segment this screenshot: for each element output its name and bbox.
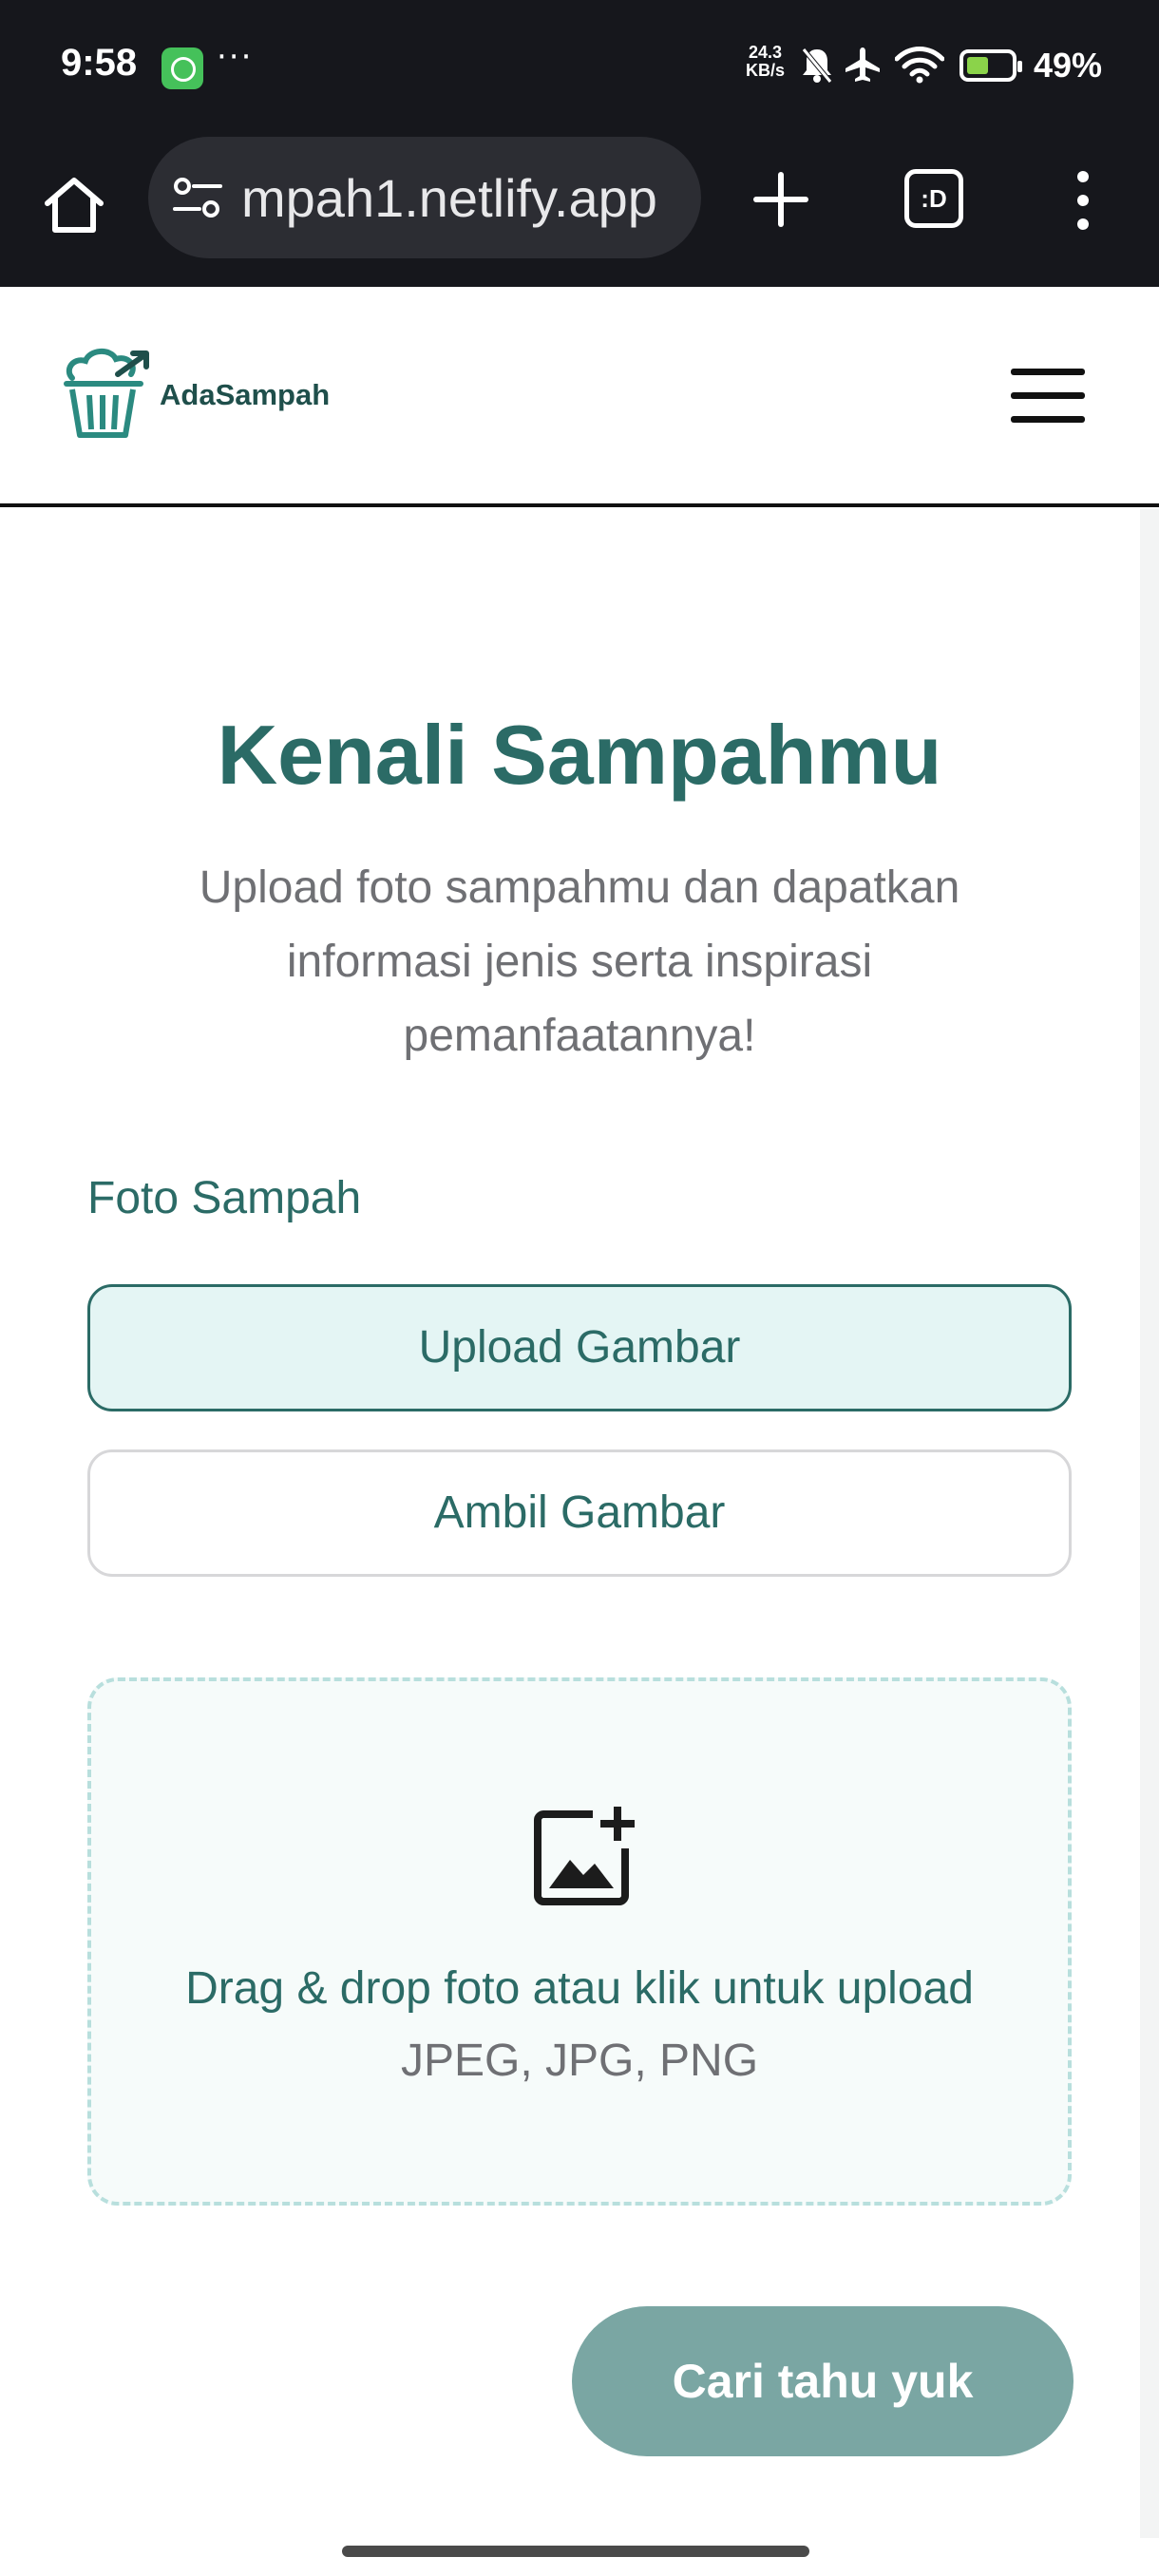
new-tab-icon[interactable]: [750, 169, 811, 230]
tabs-icon[interactable]: :D: [904, 169, 963, 228]
mute-icon: [802, 47, 832, 84]
airplane-icon: [846, 47, 880, 82]
main-content: Kenali Sampahmu Upload foto sampahmu dan…: [0, 509, 1140, 2538]
brand-name[interactable]: AdaSampah: [160, 378, 330, 412]
url-text[interactable]: mpah1.netlify.app: [241, 167, 657, 229]
site-settings-icon[interactable]: [171, 173, 224, 222]
whatsapp-icon: [162, 47, 203, 89]
status-bar: 9:58 ··· 24.3 KB/s 49%: [0, 0, 1159, 135]
network-speed-value: 24.3: [748, 43, 783, 62]
battery-percent: 49%: [1034, 46, 1103, 85]
page-subtitle: Upload foto sampahmu dan dapatkan inform…: [199, 862, 960, 1061]
network-speed-unit: KB/s: [746, 61, 786, 80]
upload-image-button[interactable]: Upload Gambar: [87, 1284, 1072, 1411]
wifi-icon: [895, 47, 944, 84]
page-title: Kenali Sampahmu: [217, 708, 942, 802]
network-speed: 24.3 KB/s: [746, 44, 785, 80]
photo-dropzone[interactable]: Drag & drop foto atau klik untuk upload …: [87, 1677, 1072, 2206]
submit-button[interactable]: Cari tahu yuk: [572, 2306, 1074, 2456]
home-indicator[interactable]: [342, 2546, 809, 2557]
hamburger-icon[interactable]: [1011, 369, 1085, 426]
more-menu-icon[interactable]: [1072, 171, 1094, 230]
take-photo-button[interactable]: Ambil Gambar: [87, 1449, 1072, 1577]
photo-field-label: Foto Sampah: [87, 1173, 362, 1223]
address-bar[interactable]: mpah1.netlify.app: [148, 137, 701, 258]
more-notifications-icon: ···: [217, 38, 254, 76]
battery-icon: [960, 49, 1022, 82]
status-time: 9:58: [61, 42, 138, 84]
site-header: AdaSampah: [0, 287, 1159, 507]
browser-toolbar: mpah1.netlify.app :D: [0, 135, 1159, 287]
dropzone-instruction: Drag & drop foto atau klik untuk upload: [185, 1963, 974, 2014]
home-icon[interactable]: [42, 173, 106, 237]
dropzone-formats: JPEG, JPG, PNG: [400, 2036, 759, 2086]
trash-bin-logo-icon[interactable]: [61, 346, 152, 441]
add-photo-icon: [534, 1807, 635, 1905]
battery-level: [967, 57, 988, 74]
scroll-gutter: [1140, 509, 1159, 2538]
